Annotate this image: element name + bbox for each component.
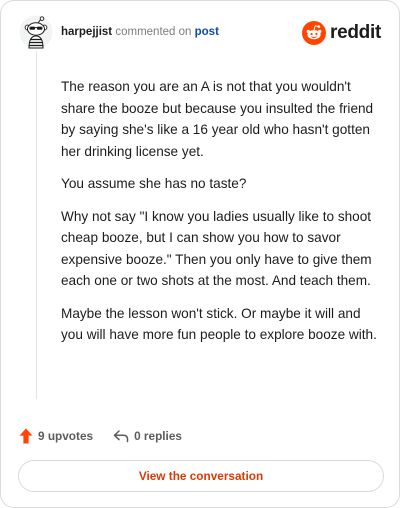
comment-meta: harpejjist commented on post (61, 26, 219, 38)
upvote-count: 9 upvotes (38, 429, 94, 443)
reply-arrow-icon (113, 430, 129, 443)
reddit-logo[interactable]: reddit (302, 21, 381, 45)
post-link[interactable]: post (195, 26, 219, 38)
username-link[interactable]: harpejjist (61, 26, 112, 38)
reply-count: 0 replies (134, 429, 182, 443)
comment-paragraph: You assume she has no taste? (61, 176, 247, 191)
view-conversation-button[interactable]: View the conversation (18, 460, 384, 492)
comment-body: The reason you are an A is not that you … (61, 76, 383, 346)
action-text: commented on (115, 26, 192, 38)
reddit-wordmark: reddit (330, 22, 381, 43)
reply-button[interactable]: 0 replies (113, 429, 182, 443)
upvote-button[interactable]: 9 upvotes (19, 428, 93, 444)
reddit-logo-icon (302, 21, 327, 45)
comment-card: harpejjist commented on post reddit The … (0, 0, 400, 508)
comment-header: harpejjist commented on post reddit (19, 13, 383, 53)
comment-paragraph: Why not say "I know you ladies usually l… (61, 208, 372, 289)
upvote-arrow-icon (19, 428, 33, 444)
thread-line (36, 51, 37, 399)
snoo-avatar-icon (19, 15, 53, 49)
comment-paragraph: The reason you are an A is not that you … (61, 79, 374, 159)
comment-paragraph: Maybe the lesson won't stick. Or maybe i… (61, 305, 377, 343)
avatar[interactable] (19, 15, 53, 49)
comment-actions: 9 upvotes 0 replies (19, 425, 182, 447)
